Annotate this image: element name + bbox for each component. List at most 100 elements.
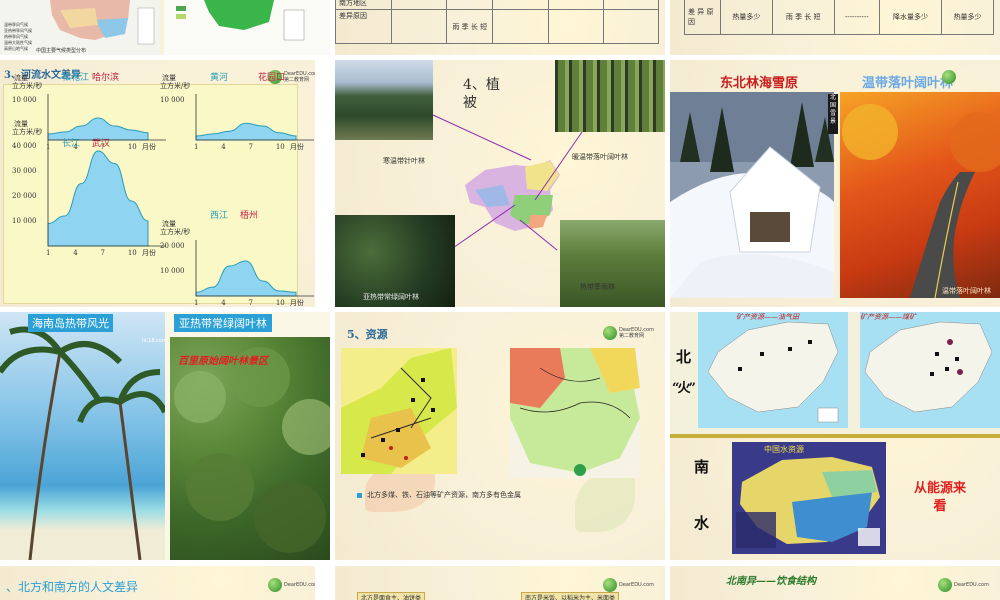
table-cell (390, 9, 448, 44)
tropical-beach-photo (0, 312, 165, 560)
river-name: 长江 (62, 137, 80, 149)
y-tick-label: 20 000 (12, 192, 37, 200)
subtropical-forest-photo (170, 337, 330, 560)
y-tick-label: 10 000 (160, 96, 185, 104)
hydro-charts: 14710月份10 000流量立方米/秒松花江哈尔滨14710月份10 000流… (12, 71, 314, 307)
table-cell (547, 0, 604, 10)
river-name: 黄河 (210, 71, 228, 83)
city-name: 花园口 (258, 71, 285, 83)
dearedu-logo: DearEDU.com (268, 578, 315, 592)
hydrograph-area (47, 117, 149, 141)
table-cell: 雨 季 长 短 (771, 0, 835, 35)
river-name: 松花江 (62, 71, 89, 83)
logo-text: DearEDU.com (619, 582, 654, 588)
y-tick-label: 10 000 (160, 267, 185, 275)
slide-thumb-11[interactable]: 北方是面食主、油饼类 南方是米饭、以稻米为主、米面类 DearEDU.com (335, 566, 665, 600)
x-tick-label: 7 (249, 143, 253, 151)
label-subtropical: 亚热带常绿阔叶林 (174, 314, 272, 332)
table-cell: ---------- (833, 0, 880, 35)
slide-thumb-8[interactable]: 5、资源 DearEDU.com 第二教育网 北方多煤、铁、石油等矿产资源，南方多… (335, 312, 665, 560)
char-bei: 北 (676, 348, 692, 366)
photo-caption: 温带落叶阔叶林 (942, 287, 991, 295)
y-unit-label: 立方米/秒 (12, 127, 42, 136)
x-tick-label: 10 (276, 143, 285, 151)
x-unit-label: 月份 (290, 298, 304, 307)
city-name: 梧州 (240, 209, 258, 221)
table-cell (492, 9, 549, 44)
y-unit-caption: 流量 (14, 73, 28, 82)
globe-icon (603, 326, 617, 340)
y-unit-caption: 流量 (14, 119, 28, 128)
globe-icon (938, 578, 952, 592)
caption-evergreen: 亚热带常绿阔叶林 (363, 293, 419, 301)
slide-heading: 北南异——饮食结构 (726, 576, 816, 587)
char-nan: 南 (694, 458, 710, 476)
coal-map: 矿产资源——煤矿 (860, 312, 1000, 428)
globe-icon (268, 578, 282, 592)
table-cell: 差 异 原 因 (684, 0, 721, 35)
x-tick-label: 4 (221, 299, 226, 307)
x-unit-label: 月份 (142, 142, 156, 151)
table-cell: 热量多少 (720, 0, 773, 35)
x-tick-label: 1 (46, 249, 50, 257)
legend-item: 高原山地气候 (4, 46, 28, 51)
x-unit-label: 月份 (142, 248, 156, 257)
title-left: 东北林海雪原 (720, 76, 799, 91)
slide-thumb-10[interactable]: 、北方和南方的人文差异 DearEDU.com (0, 566, 315, 600)
slide-thumb-9[interactable]: 矿产资源——油气田 矿产资源——煤矿 北 “火” 南 水 中国水资源 从能源来看 (670, 312, 1000, 560)
resource-bullet: 北方多煤、铁、石油等矿产资源，南方多有色金属 (367, 491, 521, 499)
table-cell (492, 0, 549, 10)
vertical-label-text: 北国雪景 (829, 94, 836, 125)
table-cell (390, 0, 448, 10)
globe-icon (942, 70, 956, 84)
table-cell (547, 9, 604, 44)
label-tropical: 海南岛热带风光 (28, 314, 113, 332)
north-mineral-map (341, 348, 457, 474)
slide-thumb-1[interactable]: 温带季风气候 亚热带季风气候 热带季风气候 温带大陆性气候 高原山地气候 中国主… (0, 0, 330, 55)
x-tick-label: 10 (276, 299, 285, 307)
table-cell: 雨 季 长 短 (446, 9, 494, 44)
tag-north: 北方是面食主、油饼类 (357, 592, 426, 600)
slide-thumb-7[interactable]: 海南岛热带风光 亚热带常绿阔叶林 百里原始阔叶林景区 hi.18.com (0, 312, 330, 560)
water-resources-map: 中国水资源 (732, 442, 886, 554)
dearedu-logo: DearEDU.com第二教育网 (603, 326, 654, 340)
slide-heading: 、北方和南方的人文差异 (6, 580, 139, 594)
tag-south: 南方是米饭、以稻米为主、米面类 (521, 592, 620, 600)
map-caption: 中国主要气候类型分布 (36, 48, 87, 54)
slide-thumb-5[interactable]: 寒温带针叶林 4、植被 暖温带落叶阔叶林 亚热带常绿阔叶林 热带季雨林 (335, 60, 665, 307)
table-cell (602, 0, 660, 10)
climate-map: 温带季风气候 亚热带季风气候 热带季风气候 温带大陆性气候 高原山地气候 中国主… (0, 0, 160, 55)
slide-thumb-3[interactable]: 差 异 原 因 热量多少 雨 季 长 短 ---------- 降水量多少 热量… (670, 0, 1000, 55)
comparison-table: 南方地区 差异原因 雨 季 长 短 (335, 0, 660, 44)
y-unit-caption: 流量 (162, 73, 176, 82)
watermark-url: hi.18.com (142, 338, 167, 344)
slide-thumb-12[interactable]: 北南异——饮食结构 DearEDU.com (670, 566, 1000, 600)
table-cell (446, 0, 494, 10)
slide-thumb-6[interactable]: 东北林海雪原 温带落叶阔叶林 北国雪景 温带落叶阔叶林 (670, 60, 1000, 307)
oilgas-title: 矿产资源——油气田 (736, 313, 799, 321)
char-huo: “火” (672, 381, 696, 396)
river-name: 西江 (210, 210, 228, 221)
table-cell: 差异原因 (335, 9, 392, 44)
y-tick-label: 30 000 (12, 167, 37, 175)
rainforest-photo (560, 220, 665, 307)
water-map-title: 中国水资源 (764, 445, 804, 454)
y-unit-label: 立方米/秒 (160, 81, 190, 90)
x-tick-label: 4 (221, 143, 226, 151)
scenic-title: 百里原始阔叶林景区 (178, 356, 268, 367)
caption-rainforest: 热带季雨林 (580, 283, 615, 291)
y-unit-label: 立方米/秒 (160, 227, 190, 236)
hydrograph-area (195, 260, 297, 297)
x-tick-label: 10 (128, 143, 137, 151)
map-legend: 温带季风气候 亚热带季风气候 热带季风气候 温带大陆性气候 高原山地气候 (4, 22, 32, 52)
south-mineral-map (510, 348, 640, 478)
slide-thumb-4[interactable]: 3、河流水文差异 DearEDU.com第二教育网 14710月份10 000流… (0, 60, 315, 307)
oilgas-map: 矿产资源——油气田 (698, 312, 848, 428)
hydrograph-area (195, 122, 297, 141)
table-cell: 降水量多少 (878, 0, 943, 35)
energy-caption: 从能源来看 (913, 481, 966, 514)
difference-table: 差 异 原 因 热量多少 雨 季 长 短 ---------- 降水量多少 热量… (684, 0, 994, 35)
autumn-forest-photo (840, 92, 1000, 298)
x-tick-label: 10 (128, 249, 137, 257)
slide-thumb-2[interactable]: 南方地区 差异原因 雨 季 长 短 (335, 0, 665, 55)
